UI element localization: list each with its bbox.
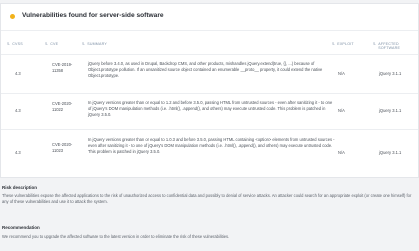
table-row[interactable]: 4.3 CVE-2020-11023 In jQuery versions gr… — [1, 130, 418, 176]
vulnerabilities-panel: Vulnerabilities found for server-side so… — [0, 3, 419, 178]
panel-header[interactable]: Vulnerabilities found for server-side so… — [1, 4, 418, 31]
cve-id: CVE-2019-11358 — [52, 62, 73, 73]
sort-icon: ⇅ — [373, 42, 377, 46]
table-row[interactable]: 4.3 CVE-2019-11358 jQuery before 3.4.0, … — [1, 55, 418, 94]
sort-icon: ⇅ — [45, 42, 49, 46]
vulnerability-summary: In jQuery versions greater than or equal… — [88, 100, 333, 117]
risk-description-heading: Risk description — [2, 185, 38, 190]
table-header: ⇅ CVSS ⇅ CVE ⇅ SUMMARY ⇅ EXPLOIT ⇅ AFFEC… — [1, 38, 418, 55]
vulnerability-summary: jQuery before 3.4.0, as used in Drupal, … — [88, 61, 323, 78]
table-row[interactable]: 4.3 CVE-2020-11022 In jQuery versions gr… — [1, 94, 418, 130]
cve-id: CVE-2020-11022 — [52, 101, 73, 112]
recommendation-text: We recommend you to upgrade the affected… — [2, 234, 230, 239]
affected-software: jQuery 3.1.1 — [379, 108, 402, 113]
cvss-score: 4.3 — [15, 108, 21, 113]
panel-title: Vulnerabilities found for server-side so… — [22, 12, 164, 19]
sort-icon: ⇅ — [7, 42, 11, 46]
vulnerability-summary: In jQuery versions greater than or equal… — [88, 137, 335, 154]
affected-software: jQuery 3.1.1 — [379, 71, 402, 76]
cve-id: CVE-2020-11023 — [52, 142, 73, 153]
exploit-status: N/A — [338, 108, 345, 113]
column-header-affected-software[interactable]: ⇅ AFFECTED SOFTWARE — [373, 42, 417, 51]
cvss-score: 4.3 — [15, 71, 21, 76]
exploit-status: N/A — [338, 71, 345, 76]
sort-icon: ⇅ — [332, 42, 336, 46]
column-header-cve[interactable]: ⇅ CVE — [45, 42, 58, 46]
risk-description-text: These vulnerabilities expose the affecte… — [2, 193, 412, 204]
column-header-summary[interactable]: ⇅ SUMMARY — [82, 42, 107, 46]
warning-dot-icon — [10, 14, 15, 19]
recommendation-heading: Recommendation — [2, 225, 40, 230]
column-header-exploit[interactable]: ⇅ EXPLOIT — [332, 42, 354, 46]
cvss-score: 4.3 — [15, 150, 21, 155]
sort-icon: ⇅ — [82, 42, 86, 46]
affected-software: jQuery 3.1.1 — [379, 150, 402, 155]
exploit-status: N/A — [338, 150, 345, 155]
column-header-cvss[interactable]: ⇅ CVSS — [7, 42, 23, 46]
